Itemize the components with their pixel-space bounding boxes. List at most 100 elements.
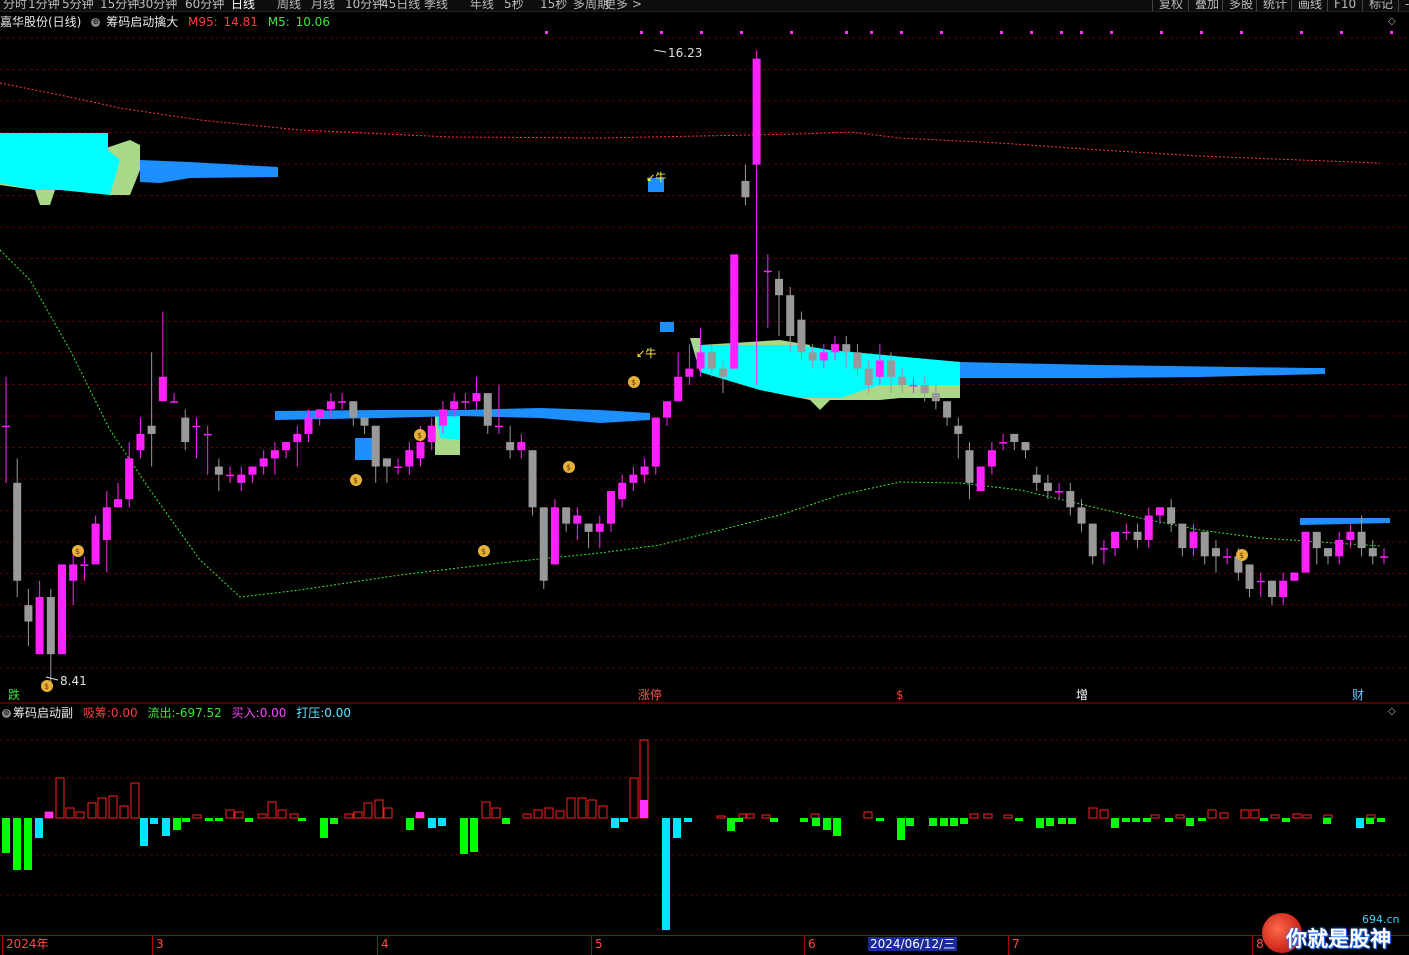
candle-body	[730, 254, 739, 369]
sub-bar-inflow	[577, 797, 587, 819]
sub-bar-inflow	[863, 811, 873, 819]
period-tab[interactable]: 更多 >	[604, 0, 642, 11]
sub-bar-outflow	[35, 818, 43, 838]
sub-bar-inflow	[1292, 813, 1302, 819]
collapse-diamond-icon[interactable]: ◇	[1388, 16, 1396, 27]
candle-body	[752, 58, 761, 165]
sub-bar-inflow	[1003, 814, 1013, 819]
sub-bar-outflow	[1356, 818, 1364, 828]
candle-body	[91, 523, 100, 565]
period-tab[interactable]: 周线	[277, 0, 301, 11]
sub-bar-outflow	[205, 818, 213, 821]
money-bag-symbol: $	[353, 476, 358, 485]
sub-bar-outflow	[428, 818, 436, 828]
money-bag-icon: $	[478, 545, 490, 557]
candle-body	[1155, 507, 1164, 516]
sub-bar-inflow	[716, 815, 726, 819]
candle-body	[338, 401, 347, 403]
candle-body	[80, 564, 89, 566]
period-tab[interactable]: 年线	[470, 0, 494, 11]
toolbar-button[interactable]: 多股	[1222, 0, 1253, 11]
candle-body	[315, 409, 324, 418]
sub-bar-outflow	[140, 818, 148, 846]
money-bag-icon: $	[414, 429, 426, 441]
kline-chart[interactable]: 16.23 8.41 ↙牛 ↙牛 $ $ $ $ $ $ $ $	[0, 0, 1409, 935]
period-tab[interactable]: 5分钟	[62, 0, 94, 11]
sub-bar-outflow	[1058, 818, 1066, 824]
settings-icon[interactable]: ⚙	[91, 18, 101, 27]
period-tab[interactable]: 15秒	[540, 0, 567, 11]
collapse-diamond-icon[interactable]: ◇	[1388, 706, 1396, 717]
candle-body	[58, 564, 67, 655]
money-bag-symbol: $	[75, 547, 80, 556]
top-signal-dot	[545, 31, 548, 34]
sub-bar-outflow	[1366, 818, 1374, 824]
candle-body	[584, 523, 593, 532]
sub-bar-outflow	[1323, 818, 1331, 824]
candle-body	[898, 376, 907, 385]
candle-body	[282, 442, 291, 451]
sub-bar-inflow	[1099, 809, 1109, 819]
sub-bar-outflow	[800, 818, 808, 822]
sub-bar-outflow	[735, 818, 743, 822]
period-tab[interactable]: 季线	[424, 0, 448, 11]
period-tab[interactable]: 日线	[231, 0, 255, 11]
toolbar-button[interactable]: 复权	[1152, 0, 1183, 11]
money-bag-symbol: $	[417, 431, 422, 440]
candle-body	[1010, 433, 1019, 443]
period-tab[interactable]: 1分钟	[28, 0, 60, 11]
candle-body	[125, 458, 134, 500]
time-axis-tick: 2024年	[2, 936, 49, 955]
stock-title[interactable]: 嘉华股份(日线)	[0, 15, 81, 29]
candle-body	[293, 433, 302, 443]
sub-indicator-name[interactable]: 筹码启动副	[13, 706, 73, 720]
candle-body	[1267, 580, 1276, 598]
signal-marker: 增	[1076, 688, 1089, 702]
sub-indicator-header: ⚙ 筹码启动副 吸筹:0.00 流出:-697.52 买入:0.00 打压:0.0…	[0, 704, 351, 722]
period-tab[interactable]: 30分钟	[138, 0, 177, 11]
sub-bar-outflow	[1165, 818, 1173, 822]
sub-bar-outflow	[470, 818, 478, 852]
toolbar-button[interactable]: 叠加	[1188, 0, 1219, 11]
candle-body	[1099, 548, 1108, 550]
sub-bar-outflow	[1132, 818, 1140, 822]
sub-bar-outflow	[182, 818, 190, 822]
candle-body	[662, 401, 671, 418]
period-tab[interactable]: 15分钟	[100, 0, 139, 11]
candle-body	[1122, 531, 1131, 534]
candle-body	[775, 278, 784, 296]
toolbar-button[interactable]: 画线	[1291, 0, 1322, 11]
candle-body	[259, 458, 268, 467]
period-tab[interactable]: 60分钟	[185, 0, 224, 11]
sub-bar-inflow	[522, 813, 532, 819]
candle-body	[685, 368, 694, 377]
daya-label: 打压:	[296, 706, 325, 720]
main-indicator-name[interactable]: 筹码启动擒大	[106, 15, 178, 29]
candle-body	[618, 482, 627, 500]
candle-body	[539, 507, 548, 581]
toolbar-button[interactable]: 统计	[1256, 0, 1287, 11]
period-tab[interactable]: 月线	[311, 0, 335, 11]
period-tab[interactable]: 分时	[3, 0, 27, 11]
time-axis-tick: 6	[804, 936, 816, 955]
toolbar-button[interactable]: -品	[1398, 0, 1409, 11]
settings-icon[interactable]: ⚙	[2, 709, 11, 718]
toolbar-button[interactable]: F10	[1327, 0, 1356, 11]
candle-body	[237, 474, 246, 483]
sub-bar-outflow	[770, 818, 778, 822]
period-tab[interactable]: 45日线	[381, 0, 420, 11]
candle-body	[1245, 564, 1254, 589]
sub-bar-outflow	[833, 818, 841, 836]
sub-bar-inflow	[1240, 809, 1250, 819]
sub-bar-inflow	[192, 814, 202, 819]
candle-body	[651, 417, 660, 467]
period-tab[interactable]: 10分钟	[345, 0, 384, 11]
candle-body	[842, 344, 851, 353]
sub-bar-outflow	[1143, 818, 1151, 822]
candle-body	[181, 417, 190, 443]
toolbar-button[interactable]: 标记	[1362, 0, 1393, 11]
period-tab[interactable]: 5秒	[504, 0, 524, 11]
sub-bar-inflow	[267, 801, 277, 819]
candle-body	[147, 425, 156, 434]
candle-body	[1189, 531, 1198, 549]
